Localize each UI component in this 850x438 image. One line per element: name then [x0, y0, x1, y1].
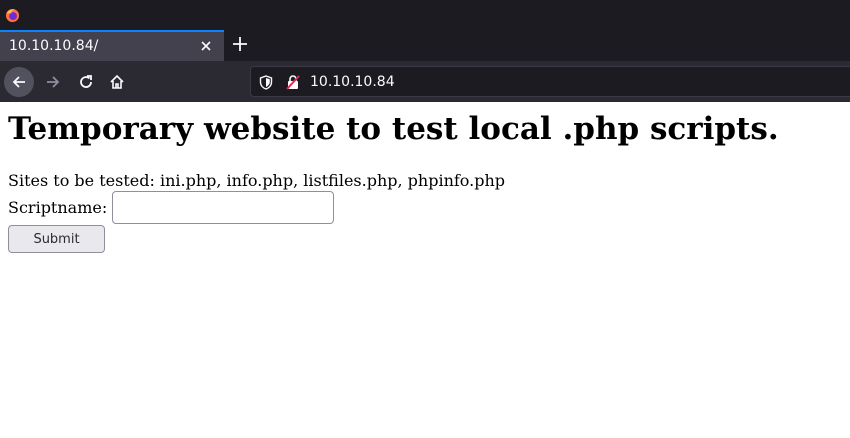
- reload-icon: [80, 75, 92, 88]
- tab-title: 10.10.10.84/: [9, 38, 99, 54]
- close-icon[interactable]: [199, 39, 213, 53]
- home-icon: [110, 74, 124, 89]
- back-button[interactable]: [4, 67, 34, 97]
- navigation-toolbar: 10.10.10.84: [0, 61, 850, 102]
- sites-to-test-text: Sites to be tested: ini.php, info.php, l…: [8, 171, 506, 190]
- insecure-lock-icon[interactable]: [285, 74, 301, 95]
- home-button[interactable]: [102, 67, 132, 97]
- shield-icon[interactable]: [259, 75, 273, 95]
- page-content: Temporary website to test local .php scr…: [0, 102, 850, 438]
- forward-button[interactable]: [38, 67, 68, 97]
- window-titlebar: [0, 0, 850, 30]
- firefox-logo-icon: [5, 8, 20, 23]
- reload-button[interactable]: [71, 67, 101, 97]
- tab-strip: 10.10.10.84/: [0, 30, 850, 61]
- submit-button[interactable]: Submit: [8, 225, 105, 253]
- page-title: Temporary website to test local .php scr…: [8, 111, 779, 147]
- arrow-right-icon: [47, 76, 60, 88]
- url-text: 10.10.10.84: [310, 74, 395, 90]
- scriptname-label: Scriptname:: [8, 198, 108, 217]
- plus-icon[interactable]: [232, 36, 248, 52]
- browser-tab[interactable]: 10.10.10.84/: [0, 30, 224, 61]
- address-bar[interactable]: 10.10.10.84: [250, 66, 850, 97]
- scriptname-input[interactable]: [112, 191, 334, 224]
- arrow-left-icon: [12, 76, 25, 88]
